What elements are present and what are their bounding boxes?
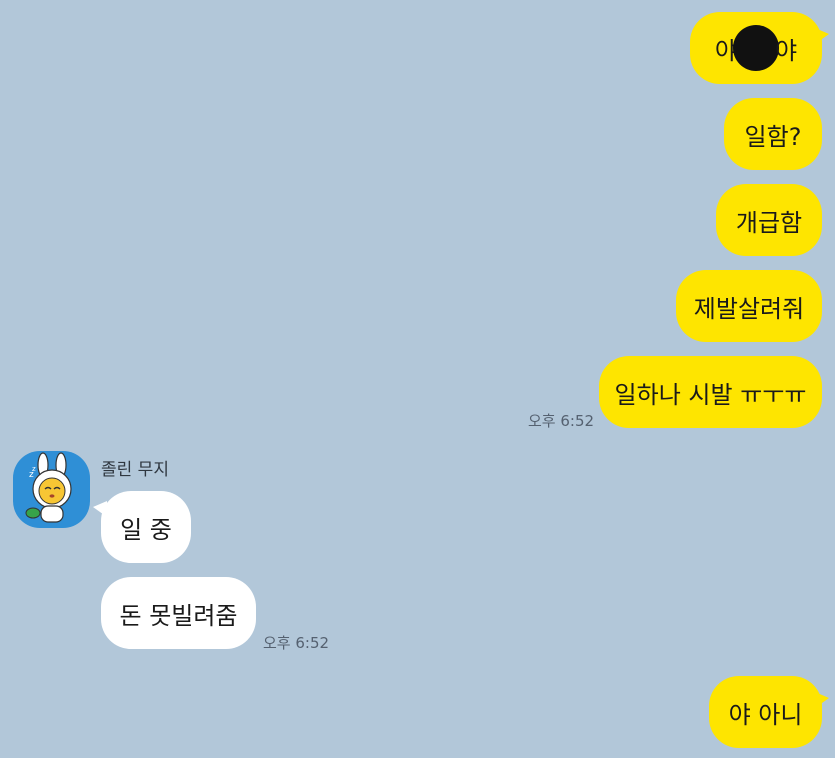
avatar-illustration: z z	[25, 452, 72, 523]
sender-name: 졸린 무지	[101, 460, 169, 480]
message-timestamp: 오후 6:52	[528, 412, 595, 430]
message-bubble-received[interactable]: 일 중	[93, 491, 191, 563]
message-bubble-sent[interactable]: 제발살려줘	[676, 270, 822, 342]
message-bubble-sent[interactable]: 개급함	[716, 184, 822, 256]
message-text: 돈 못빌려줌	[119, 601, 238, 630]
message-text: 개급함	[735, 208, 803, 237]
redaction-blot	[733, 25, 779, 71]
muzi-sleepy-avatar-icon[interactable]: z z	[13, 451, 90, 528]
message-text: 일하나 시발 ㅠㅜㅠ	[614, 380, 807, 409]
message-bubble-received[interactable]: 돈 못빌려줌	[101, 577, 256, 649]
message-bubble-sent[interactable]: 야 아니	[709, 676, 829, 748]
message-text: 일함?	[744, 122, 802, 151]
svg-text:z: z	[32, 465, 36, 473]
message-text: 제발살려줘	[693, 294, 805, 323]
message-bubble-sent[interactable]: 야 야	[690, 12, 829, 84]
message-text-suffix: 야	[775, 36, 798, 65]
message-text: 야 아니	[728, 700, 803, 729]
message-bubble-sent[interactable]: 일함?	[724, 98, 822, 170]
message-bubble-sent[interactable]: 일하나 시발 ㅠㅜㅠ	[599, 356, 822, 428]
message-text: 일 중	[120, 515, 172, 544]
message-timestamp: 오후 6:52	[263, 634, 330, 652]
